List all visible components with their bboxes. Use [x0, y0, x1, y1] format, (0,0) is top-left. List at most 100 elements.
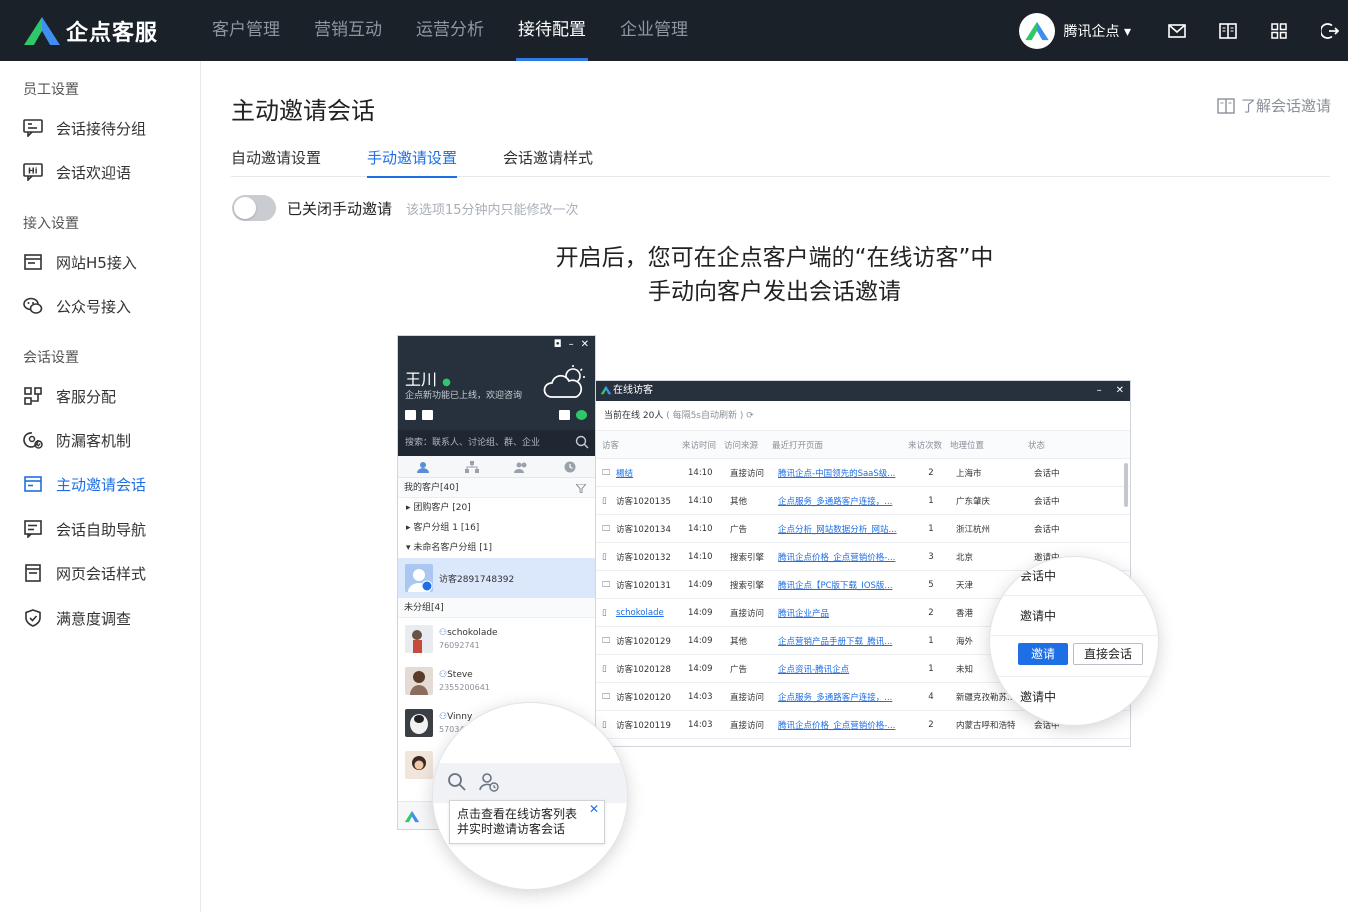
visit-source: 直接访问: [730, 468, 765, 479]
sidebar-item-official-account[interactable]: 公众号接入: [23, 294, 131, 318]
visit-source: 直接访问: [730, 720, 765, 731]
nav-analytics[interactable]: 运营分析: [416, 0, 484, 61]
brand-name: 企点客服: [66, 20, 159, 46]
visit-count: 1: [928, 495, 934, 506]
tab-invite-style[interactable]: 会话邀请样式: [503, 147, 593, 177]
visit-count: 2: [928, 719, 934, 730]
sidebar-item-agent-allocation[interactable]: 客服分配: [23, 384, 116, 408]
device-icon: ▯: [602, 551, 607, 562]
sidebar-group-staff: 员工设置: [23, 82, 79, 98]
sidebar-item-self-navigation[interactable]: 会话自助导航: [23, 517, 146, 541]
visitor-name: 访客1020132: [616, 552, 671, 563]
device-icon: ▯: [602, 663, 607, 674]
window-controls: – ✕: [1097, 381, 1124, 401]
client-user-name: 王川 ●: [405, 370, 451, 389]
filter-icon: [576, 484, 586, 493]
close-icon: ✕: [580, 339, 589, 350]
sidebar-item-label: 网站H5接入: [56, 253, 137, 272]
brand-logo[interactable]: 企点客服: [22, 15, 212, 47]
top-bar: 企点客服 客户管理 营销互动 运营分析 接待配置 企业管理 腾讯企点 ▾: [0, 0, 1348, 61]
last-page: 企点资讯-腾讯企点: [778, 664, 850, 675]
manual-invite-toggle-row: 已关闭手动邀请 该选项15分钟内只能修改一次: [232, 195, 579, 221]
selected-visitor: 访客2891748392: [398, 558, 595, 598]
page-title: 主动邀请会话: [231, 97, 375, 125]
client-tabs: [398, 456, 595, 478]
book-icon[interactable]: [1218, 21, 1238, 41]
visit-count: 4: [928, 691, 934, 702]
tab-auto-invite[interactable]: 自动邀请设置: [231, 147, 321, 177]
invitation-card-icon: [23, 474, 43, 494]
user-menu[interactable]: 腾讯企点 ▾: [1064, 21, 1131, 41]
sidebar-item-website-h5[interactable]: 网站H5接入: [23, 250, 137, 274]
nav-enterprise-management[interactable]: 企业管理: [620, 0, 688, 61]
headline-line-1: 开启后，您可在企点客户端的“在线访客”中: [555, 245, 994, 271]
client-toolbar-right: [559, 410, 587, 420]
close-icon: ✕: [588, 802, 599, 816]
my-customers-header: 我的客户[40]: [398, 478, 595, 498]
help-link[interactable]: 了解会话邀请: [1217, 95, 1331, 116]
sidebar-item-label: 公众号接入: [56, 297, 132, 316]
device-icon: ▯: [602, 607, 607, 618]
visit-time: 14:09: [688, 635, 713, 646]
contact-avatar: [405, 625, 433, 653]
main-nav: 客户管理 营销互动 运营分析 接待配置 企业管理: [212, 0, 722, 61]
visitor-window-title: 在线访客 – ✕: [596, 381, 1130, 401]
visitor-row: ▯ 访客1020135 14:10 其他 企点服务_多通路客户连接，... 1 广东肇庆 会话…: [596, 487, 1130, 515]
tab-manual-invite[interactable]: 手动邀请设置: [367, 147, 458, 178]
visitor-row: 🖵 楊结 14:10 直接访问 腾讯企点-中国领先的SaaS级... 2 上海市 会话中: [596, 459, 1130, 487]
visit-count: 2: [928, 467, 934, 478]
client-toolbar-left: [405, 410, 433, 420]
nav-marketing[interactable]: 营销互动: [314, 0, 382, 61]
sidebar-item-active-invitation[interactable]: 主动邀请会话: [23, 472, 146, 496]
sidebar-item-reception-group[interactable]: 会话接待分组: [23, 116, 146, 140]
visit-count: 2: [928, 607, 934, 618]
visit-time: 14:10: [688, 467, 713, 478]
online-status-icon: ●: [442, 377, 451, 388]
sidebar-group-session: 会话设置: [23, 350, 79, 366]
qidian-logo-icon: [404, 810, 420, 823]
qq-card-icon: [405, 410, 416, 420]
add-contact-icon: [576, 410, 587, 420]
last-page: 企点服务_多通路客户连接，...: [778, 692, 893, 703]
contact-name: ⚇Steve: [439, 670, 473, 680]
logout-icon[interactable]: [1320, 21, 1340, 41]
chat-group-icon: [23, 118, 43, 138]
contact-icon: [416, 461, 429, 473]
status-inviting: 邀请中: [1020, 609, 1057, 623]
sidebar-item-satisfaction-survey[interactable]: 满意度调查: [23, 606, 131, 630]
mail-icon[interactable]: [1167, 21, 1187, 41]
contact-item: ⚇Steve 2355200641: [398, 660, 595, 702]
status: 会话中: [1034, 468, 1060, 479]
device-icon: 🖵: [602, 691, 611, 702]
nav-reception-config[interactable]: 接待配置: [516, 0, 588, 61]
caret-down-icon: ▾: [1123, 23, 1131, 40]
nav-customer-management[interactable]: 客户管理: [212, 0, 280, 61]
visitor-name: 访客1020129: [616, 636, 671, 647]
visitor-name: 访客1020135: [616, 496, 671, 507]
visit-source: 直接访问: [730, 692, 765, 703]
device-icon: 🖵: [602, 523, 611, 534]
tip-line-1: 点击查看在线访客列表: [457, 807, 578, 821]
sidebar-item-anti-leak[interactable]: 防漏客机制: [23, 428, 131, 452]
book-icon: [1217, 97, 1235, 114]
client-signature: 企点新功能已上线，欢迎咨询: [405, 391, 523, 401]
contact-id: 76092741: [439, 641, 480, 650]
webpage-icon: [23, 252, 43, 272]
sidebar-item-welcome-message[interactable]: Hi 会话欢迎语: [23, 160, 131, 184]
contact-id: 2355200641: [439, 683, 490, 692]
visitor-list-tooltip: 点击查看在线访客列表 并实时邀请访客会话 ✕: [449, 800, 605, 844]
manual-invite-toggle[interactable]: [232, 195, 276, 221]
visitor-name: schokolade: [616, 607, 664, 618]
contact-item: ⚇schokolade 76092741: [398, 618, 595, 660]
apps-grid-icon[interactable]: [1269, 21, 1289, 41]
device-icon: 🖵: [602, 467, 611, 478]
magnifier-visitor-tip: 点击查看在线访客列表 并实时邀请访客会话 ✕: [433, 703, 627, 889]
visit-source: 直接访问: [730, 608, 765, 619]
visitor-name: 访客1020128: [616, 664, 671, 675]
last-page: 企点服务_多通路客户连接，...: [778, 496, 893, 507]
toggle-hint: 该选项15分钟内只能修改一次: [406, 202, 579, 218]
visit-source: 其他: [730, 496, 748, 507]
user-avatar[interactable]: [1018, 12, 1055, 49]
feature-illustration: ◘–✕ 王川 ● 企点新功能已上线，欢迎咨询 搜索：联系人、讨论组、群、企业: [397, 335, 1158, 895]
sidebar-item-webpage-style[interactable]: 网页会话样式: [23, 561, 146, 585]
